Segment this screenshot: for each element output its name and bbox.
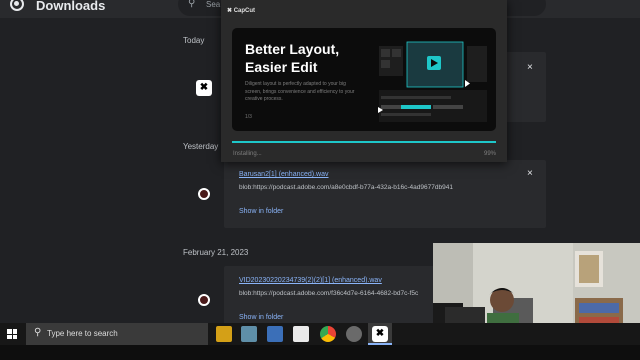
search-icon: ⚲: [188, 0, 196, 9]
audio-file-icon: [198, 294, 210, 306]
file-link[interactable]: VID20230220234739(2)(2)[1] (enhanced).wa…: [239, 277, 382, 284]
remove-today-button[interactable]: ×: [527, 62, 533, 73]
taskbar-search[interactable]: ⚲ Type here to search: [26, 323, 208, 345]
file-url: blob:https://podcast.adobe.com/a8e0cbdf-…: [239, 184, 453, 191]
search-placeholder: Sea: [206, 0, 221, 9]
bottom-strip: [0, 345, 640, 360]
section-today: Today: [183, 36, 205, 45]
taskbar: ⚲ Type here to search ✖: [0, 323, 640, 345]
remove-download-button[interactable]: ×: [527, 168, 533, 179]
capcut-icon: ✖: [372, 326, 388, 342]
banner-headline: Better Layout, Easier Edit: [245, 41, 340, 75]
file-link[interactable]: Barusan2[1] (enhanced).wav: [239, 171, 329, 178]
app-icon[interactable]: [241, 326, 257, 342]
layout-illustration: [377, 40, 489, 124]
search-icon: ⚲: [34, 327, 42, 338]
file-url: blob:https://podcast.adobe.com/f36c4d7e-…: [239, 290, 419, 297]
photos-icon[interactable]: [293, 326, 309, 342]
section-yesterday: Yesterday: [183, 142, 219, 151]
page-title: Downloads: [36, 0, 106, 13]
capcut-installer-window: ✖ CapCut Better Layout, Easier Edit Dili…: [221, 0, 507, 162]
capcut-brand: ✖ CapCut: [227, 8, 256, 14]
file-explorer-icon[interactable]: [216, 326, 232, 342]
taskbar-search-placeholder: Type here to search: [47, 329, 118, 338]
show-in-folder-link[interactable]: Show in folder: [239, 208, 283, 215]
install-percent: 99%: [483, 151, 496, 157]
chrome-logo-icon: [10, 0, 24, 11]
install-progress-bar: [232, 141, 496, 143]
feature-banner: Better Layout, Easier Edit Diligent layo…: [232, 28, 496, 131]
show-in-folder-link[interactable]: Show in folder: [239, 314, 283, 321]
capcut-taskbar-button[interactable]: ✖: [368, 323, 392, 345]
section-feb21: February 21, 2023: [183, 248, 249, 257]
install-status: Installing...: [233, 151, 262, 157]
banner-description: Diligent layout is perfectly adapted to …: [245, 81, 355, 102]
windows-start-button[interactable]: [7, 329, 17, 339]
obs-icon[interactable]: [346, 326, 362, 342]
page-indicator: 1/3: [245, 114, 252, 120]
monitor-app-icon[interactable]: [267, 326, 283, 342]
audio-file-icon: [198, 188, 210, 200]
capcut-file-icon: ✖: [196, 80, 212, 96]
chrome-icon[interactable]: [320, 326, 336, 342]
screen: Downloads ⚲ Sea Today Yesterday February…: [0, 0, 640, 360]
